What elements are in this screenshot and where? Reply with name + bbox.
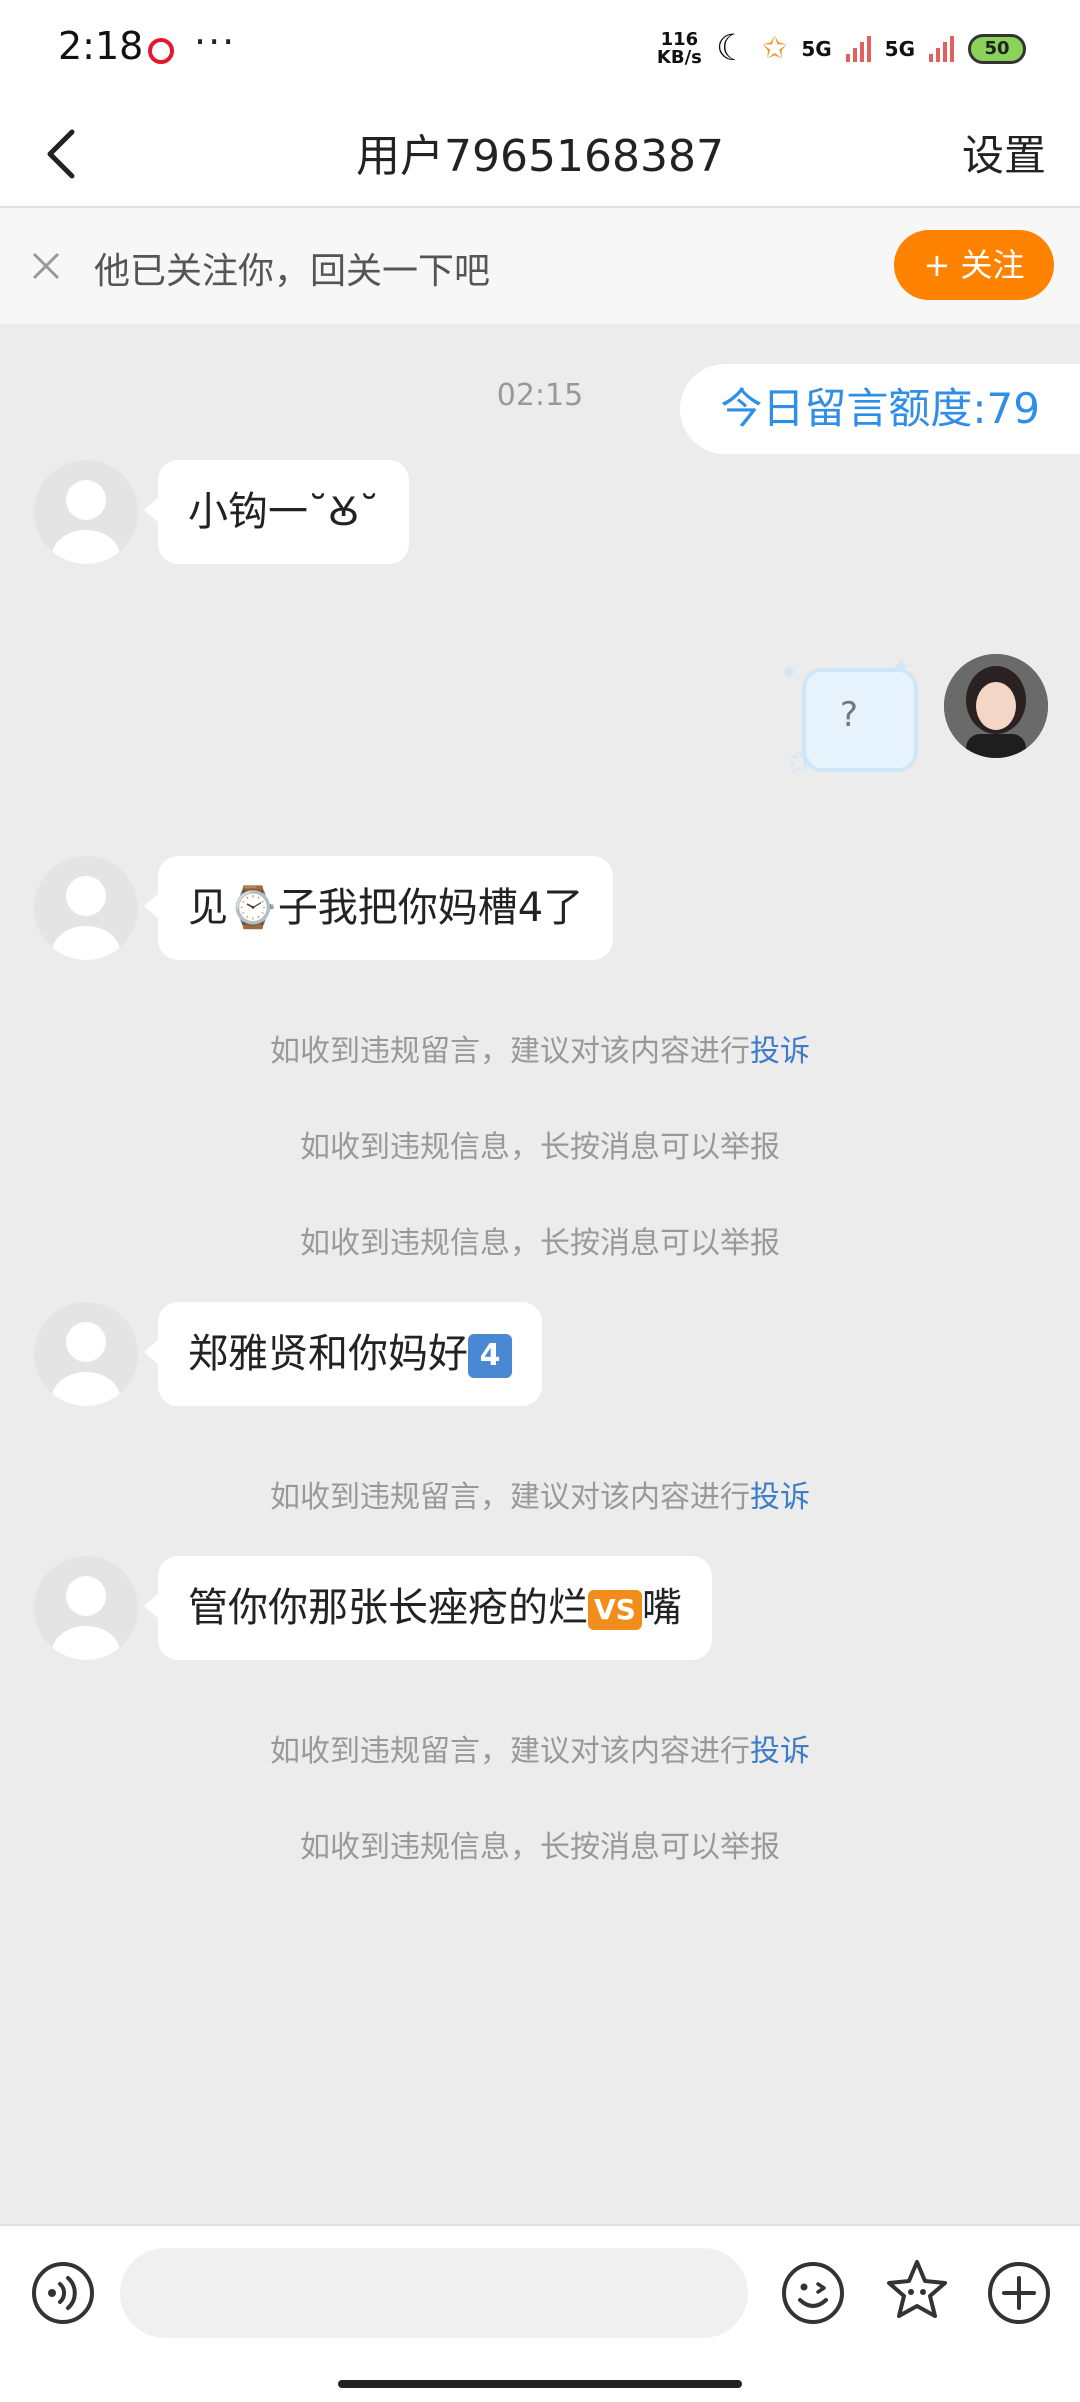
sticker-text: ?	[840, 695, 858, 735]
complaint-notice-text: 如收到违规留言，建议对该内容进行	[270, 1734, 750, 1769]
message-bubble[interactable]: 小钩一˘Ꙋ˘	[143, 460, 410, 564]
message-quota-badge: 今日留言额度:79	[680, 364, 1080, 454]
message-input[interactable]	[120, 2248, 748, 2338]
message-text-part: 管你你那张长痤疮的烂	[188, 1585, 588, 1631]
add-more-icon[interactable]	[986, 2260, 1052, 2326]
message-text-part: 嘴	[641, 1585, 682, 1631]
chat-area[interactable]: 02:15 今日留言额度:79 小钩一˘Ꙋ˘ ? ✦ ✦ ✩ 见⌚子我把你妈槽4…	[0, 324, 1080, 2224]
close-icon[interactable]	[28, 248, 64, 284]
message-bubble[interactable]: 管你你那张长痤疮的烂 VS 嘴	[144, 1556, 712, 1660]
network-type-1: 5G	[801, 36, 832, 61]
profile-photo-icon	[944, 654, 1048, 758]
sender-avatar[interactable]	[34, 1302, 138, 1406]
home-indicator[interactable]	[338, 2380, 742, 2388]
keycap-4-emoji: 4	[468, 1334, 512, 1378]
message-text-part: 子我把你妈槽4了	[277, 885, 584, 931]
svg-text:✩: ✩	[786, 745, 811, 780]
report-notice: 如收到违规信息，长按消息可以举报	[300, 1830, 780, 1865]
status-bar: 2:18 ··· 116 KB/s ☾ ✩ 5G 5G 50	[0, 0, 1080, 100]
signal-bars-icon	[845, 35, 871, 62]
vs-emoji: VS	[588, 1590, 642, 1630]
watch-emoji: ⌚	[228, 885, 278, 931]
complaint-notice: 如收到违规留言，建议对该内容进行投诉	[0, 1026, 1080, 1070]
default-avatar-icon	[52, 1576, 120, 1660]
settings-button[interactable]: 设置	[962, 122, 1046, 183]
complaint-notice-text: 如收到违规留言，建议对该内容进行	[270, 1034, 750, 1069]
message-text: 小钩一˘Ꙋ˘	[188, 489, 380, 535]
report-notice: 如收到违规信息，长按消息可以举报	[300, 1130, 780, 1165]
emoji-icon[interactable]	[780, 2260, 846, 2326]
do-not-disturb-moon-icon: ☾	[715, 28, 749, 69]
follow-back-text: 他已关注你，回关一下吧	[94, 251, 491, 292]
weibo-icon	[148, 38, 174, 64]
status-icons: 116 KB/s ☾ ✩ 5G 5G 50	[657, 28, 1026, 69]
complaint-link[interactable]: 投诉	[750, 1734, 810, 1769]
network-type-2: 5G	[884, 36, 915, 61]
network-speed: 116 KB/s	[656, 28, 702, 68]
complaint-notice: 如收到违规留言，建议对该内容进行投诉	[0, 1472, 1080, 1516]
message-input-bar	[0, 2224, 1080, 2402]
battery-icon: 50	[968, 33, 1026, 64]
voice-input-icon[interactable]	[30, 2260, 96, 2326]
hotspot-icon: ✩	[762, 31, 788, 66]
sender-avatar[interactable]	[34, 460, 138, 564]
message-text-part: 郑雅贤和你妈好	[188, 1331, 468, 1377]
sender-avatar[interactable]	[34, 1556, 138, 1660]
message-bubble[interactable]: 见⌚子我把你妈槽4了	[143, 856, 614, 960]
svg-text:✦: ✦	[892, 655, 910, 680]
message-bubble[interactable]: 郑雅贤和你妈好 4	[144, 1302, 542, 1406]
status-time: 2:18	[58, 24, 144, 68]
complaint-notice-text: 如收到违规留言，建议对该内容进行	[270, 1480, 750, 1515]
complaint-link[interactable]: 投诉	[750, 1034, 810, 1069]
follow-back-banner: 他已关注你，回关一下吧 + 关注	[0, 208, 1080, 324]
page-title: 用户7965168387	[356, 131, 724, 182]
report-notice: 如收到违规信息，长按消息可以举报	[300, 1226, 780, 1261]
signal-bars-icon-2	[929, 35, 954, 62]
default-avatar-icon	[52, 480, 120, 564]
more-notifications-icon: ···	[194, 20, 237, 64]
complaint-link[interactable]: 投诉	[750, 1480, 810, 1515]
network-speed-unit: KB/s	[656, 46, 702, 68]
nav-bar: 用户7965168387 设置	[0, 100, 1080, 208]
default-avatar-icon	[52, 1322, 120, 1406]
follow-button[interactable]: + 关注	[894, 230, 1054, 300]
sticker-message[interactable]: ? ✦ ✦ ✩	[780, 654, 930, 784]
sticker-star-icon[interactable]	[882, 2256, 952, 2326]
sender-avatar[interactable]	[34, 856, 138, 960]
default-avatar-icon	[52, 876, 120, 960]
message-text-part: 见	[188, 885, 228, 931]
svg-text:✦: ✦	[780, 661, 798, 686]
my-avatar[interactable]	[944, 654, 1048, 758]
network-speed-value: 116	[660, 28, 699, 50]
complaint-notice: 如收到违规留言，建议对该内容进行投诉	[0, 1726, 1080, 1770]
